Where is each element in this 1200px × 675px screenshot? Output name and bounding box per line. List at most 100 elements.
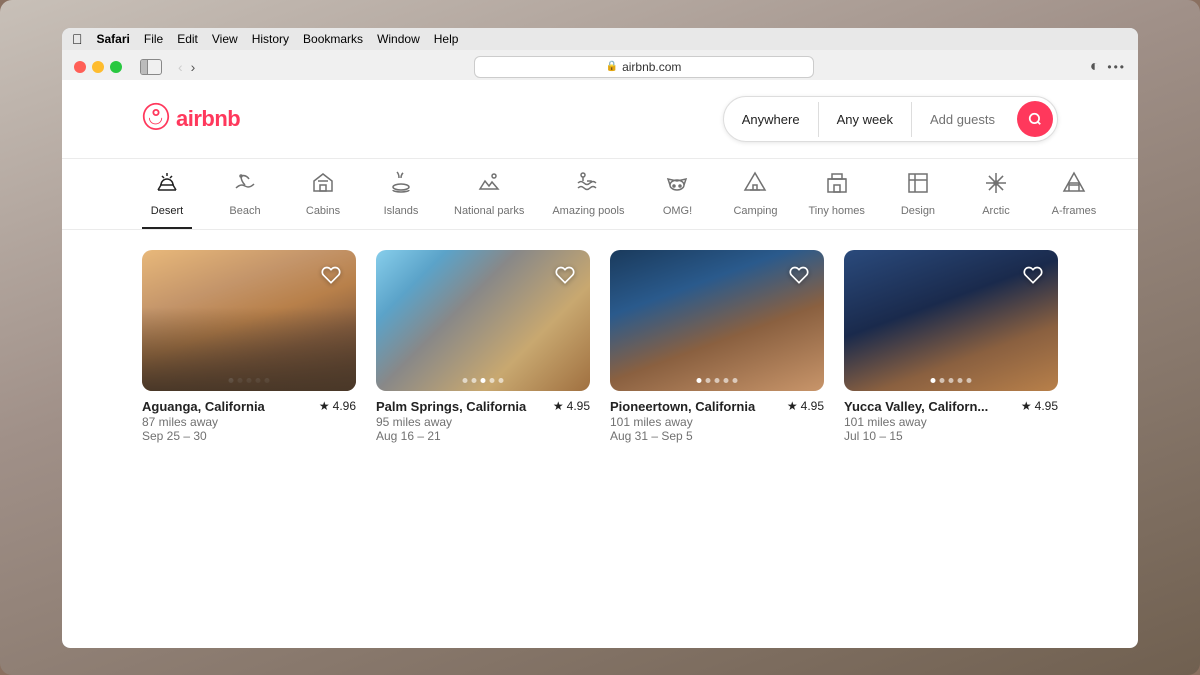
wishlist-button-1[interactable]: [316, 260, 346, 290]
search-guests[interactable]: Add guests: [912, 102, 1013, 137]
listing-title-row-2: Palm Springs, California ★ 4.95: [376, 399, 590, 414]
dot: [715, 378, 720, 383]
desert-icon: [155, 171, 179, 199]
search-bar[interactable]: Anywhere Any week Add guests: [723, 96, 1058, 142]
menu-view[interactable]: View: [212, 32, 238, 46]
wishlist-button-2[interactable]: [550, 260, 580, 290]
menu-safari[interactable]: Safari: [97, 32, 130, 46]
listing-info-3: Pioneertown, California ★ 4.95 101 miles…: [610, 391, 824, 443]
airbnb-logo-icon: [142, 100, 170, 139]
minimize-button[interactable]: [92, 61, 104, 73]
wishlist-button-4[interactable]: [1018, 260, 1048, 290]
category-desert[interactable]: Desert: [142, 171, 192, 229]
menu-history[interactable]: History: [252, 32, 289, 46]
star-icon-2: ★: [553, 399, 564, 413]
search-location[interactable]: Anywhere: [724, 102, 819, 137]
star-icon-3: ★: [787, 399, 798, 413]
search-button[interactable]: [1017, 101, 1053, 137]
listing-card-1[interactable]: Aguanga, California ★ 4.96 87 miles away…: [142, 250, 356, 443]
dot: [958, 378, 963, 383]
amazing-pools-icon: [576, 171, 600, 199]
category-amazing-pools[interactable]: Amazing pools: [552, 171, 624, 229]
image-dots-2: [463, 378, 504, 383]
airbnb-logo-text: airbnb: [176, 106, 240, 132]
category-beach-label: Beach: [229, 205, 260, 217]
arctic-icon: [984, 171, 1008, 199]
airbnb-page: airbnb Anywhere Any week Add guests: [62, 80, 1138, 648]
islands-icon: [389, 171, 413, 199]
dot: [238, 378, 243, 383]
lock-icon: 🔒: [606, 61, 618, 72]
dot: [247, 378, 252, 383]
category-design[interactable]: Design: [893, 171, 943, 229]
listing-location-2: Palm Springs, California: [376, 399, 526, 414]
search-dates[interactable]: Any week: [819, 102, 912, 137]
cabins-icon: [311, 171, 335, 199]
listing-location-1: Aguanga, California: [142, 399, 265, 414]
category-tiny-homes[interactable]: Tiny homes: [808, 171, 864, 229]
category-islands[interactable]: Islands: [376, 171, 426, 229]
dot: [481, 378, 486, 383]
dot: [733, 378, 738, 383]
category-a-frames[interactable]: A-frames: [1049, 171, 1099, 229]
category-camping[interactable]: Camping: [730, 171, 780, 229]
listing-image-1: [142, 250, 356, 391]
listing-card-4[interactable]: Yucca Valley, Californ... ★ 4.95 101 mil…: [844, 250, 1058, 443]
menu-file[interactable]: File: [144, 32, 163, 46]
category-tiny-homes-label: Tiny homes: [808, 205, 864, 217]
dot: [490, 378, 495, 383]
beach-icon: [233, 171, 257, 199]
listing-dates-4: Jul 10 – 15: [844, 429, 1058, 443]
listing-distance-3: 101 miles away: [610, 415, 824, 429]
category-desert-label: Desert: [151, 205, 183, 217]
dot: [724, 378, 729, 383]
listing-info-2: Palm Springs, California ★ 4.95 95 miles…: [376, 391, 590, 443]
category-omg[interactable]: OMG!: [652, 171, 702, 229]
forward-arrow[interactable]: ›: [189, 57, 198, 77]
listing-title-row-4: Yucca Valley, Californ... ★ 4.95: [844, 399, 1058, 414]
screen-bezel:  Safari File Edit View History Bookmark…: [62, 28, 1138, 648]
category-national-parks[interactable]: National parks: [454, 171, 524, 229]
camping-icon: [743, 171, 767, 199]
dot: [697, 378, 702, 383]
airbnb-header: airbnb Anywhere Any week Add guests: [62, 80, 1138, 159]
category-camping-label: Camping: [733, 205, 777, 217]
wishlist-button-3[interactable]: [784, 260, 814, 290]
category-arctic[interactable]: Arctic: [971, 171, 1021, 229]
brightness-icon[interactable]: ◐: [1090, 58, 1100, 76]
close-button[interactable]: [74, 61, 86, 73]
design-icon: [906, 171, 930, 199]
omg-icon: [665, 171, 689, 199]
listing-card-3[interactable]: Pioneertown, California ★ 4.95 101 miles…: [610, 250, 824, 443]
toolbar-right: ◐ •••: [1090, 58, 1126, 76]
image-dots-4: [931, 378, 972, 383]
rating-value-1: 4.96: [333, 399, 356, 413]
category-cabins[interactable]: Cabins: [298, 171, 348, 229]
listing-rating-4: ★ 4.95: [1021, 399, 1058, 413]
listing-dates-3: Aug 31 – Sep 5: [610, 429, 824, 443]
menu-edit[interactable]: Edit: [177, 32, 198, 46]
category-islands-label: Islands: [384, 205, 419, 217]
more-options-icon[interactable]: •••: [1107, 60, 1126, 74]
listing-info-1: Aguanga, California ★ 4.96 87 miles away…: [142, 391, 356, 443]
listing-title-row-1: Aguanga, California ★ 4.96: [142, 399, 356, 414]
maximize-button[interactable]: [110, 61, 122, 73]
listing-rating-2: ★ 4.95: [553, 399, 590, 413]
airbnb-logo[interactable]: airbnb: [142, 100, 240, 139]
traffic-lights: [74, 61, 122, 73]
menu-window[interactable]: Window: [377, 32, 420, 46]
browser-toolbar: ‹ › 🔒 airbnb.com ◐ •••: [62, 50, 1138, 84]
dot: [940, 378, 945, 383]
address-bar[interactable]: 🔒 airbnb.com: [474, 56, 814, 78]
listing-card-2[interactable]: Palm Springs, California ★ 4.95 95 miles…: [376, 250, 590, 443]
menu-help[interactable]: Help: [434, 32, 459, 46]
category-arctic-label: Arctic: [982, 205, 1010, 217]
back-arrow[interactable]: ‹: [176, 57, 185, 77]
dot: [256, 378, 261, 383]
menu-bookmarks[interactable]: Bookmarks: [303, 32, 363, 46]
listing-distance-2: 95 miles away: [376, 415, 590, 429]
category-cabins-label: Cabins: [306, 205, 340, 217]
sidebar-toggle[interactable]: [140, 59, 162, 75]
category-beach[interactable]: Beach: [220, 171, 270, 229]
listing-rating-1: ★ 4.96: [319, 399, 356, 413]
